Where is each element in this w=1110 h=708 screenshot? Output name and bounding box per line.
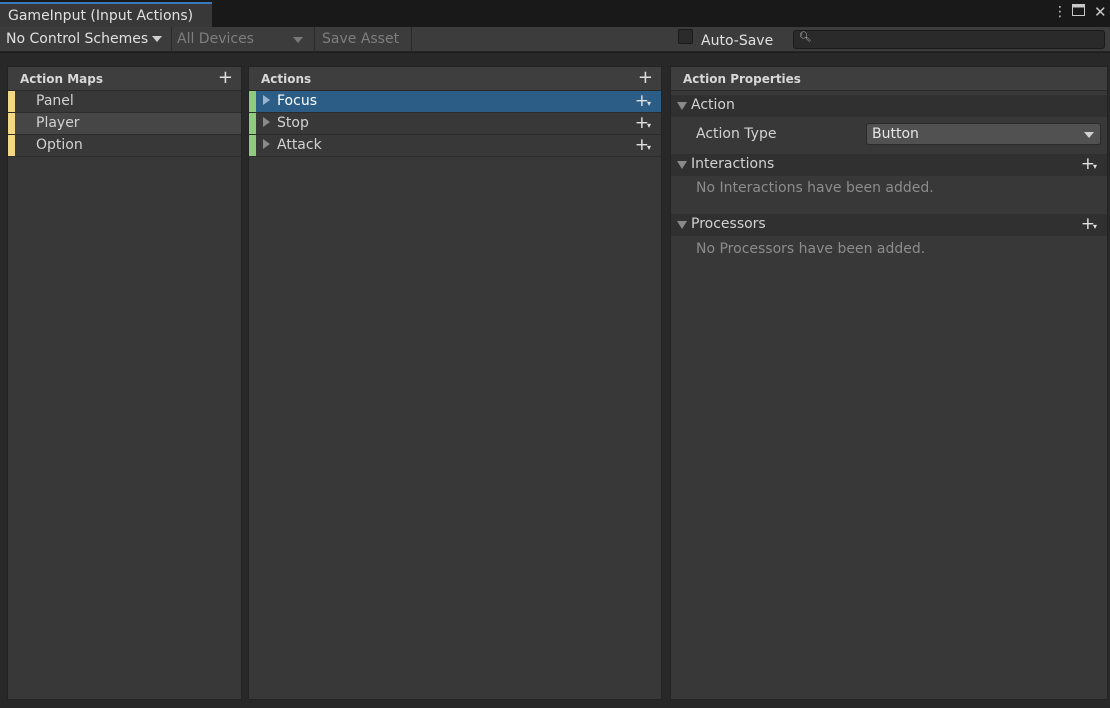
action-properties-title: Action Properties bbox=[683, 72, 801, 86]
collapse-arrow-icon[interactable] bbox=[677, 161, 687, 169]
action-item-stop[interactable]: Stop +▾ bbox=[249, 113, 661, 135]
chevron-down-icon bbox=[152, 36, 163, 42]
toolbar-divider bbox=[411, 27, 412, 52]
close-icon[interactable]: ✕ bbox=[1094, 3, 1107, 21]
interactions-empty-message: No Interactions have been added. bbox=[696, 180, 934, 196]
action-item-attack[interactable]: Attack +▾ bbox=[249, 135, 661, 157]
interactions-section-title: Interactions bbox=[691, 156, 775, 172]
search-input[interactable]: 🔍︎ bbox=[793, 30, 1105, 49]
chevron-down-icon bbox=[1084, 132, 1094, 138]
action-map-label: Player bbox=[36, 115, 80, 131]
action-map-item-panel[interactable]: Panel bbox=[8, 91, 241, 113]
processors-section-title: Processors bbox=[691, 216, 766, 232]
collapse-arrow-icon[interactable] bbox=[677, 102, 687, 110]
action-map-item-option[interactable]: Option bbox=[8, 135, 241, 157]
expand-arrow-icon[interactable] bbox=[263, 117, 270, 127]
add-binding-button[interactable]: +▾ bbox=[635, 135, 653, 155]
action-map-color-stripe bbox=[8, 91, 15, 112]
control-schemes-label: No Control Schemes bbox=[6, 31, 149, 47]
save-asset-button[interactable]: Save Asset bbox=[322, 27, 399, 52]
save-asset-label: Save Asset bbox=[322, 31, 400, 47]
processors-empty-message: No Processors have been added. bbox=[696, 241, 926, 257]
action-properties-panel: Action Properties Action Action Type But… bbox=[670, 66, 1108, 700]
maximize-icon[interactable] bbox=[1072, 4, 1085, 20]
add-interaction-button[interactable]: +▾ bbox=[1081, 154, 1099, 174]
interactions-section-header[interactable]: Interactions +▾ bbox=[671, 154, 1107, 176]
action-map-label: Option bbox=[36, 137, 83, 153]
actions-panel: Actions + Focus +▾ Stop +▾ Attack +▾ bbox=[248, 66, 662, 700]
action-maps-panel: Action Maps + Panel Player Option bbox=[7, 66, 242, 700]
collapse-arrow-icon[interactable] bbox=[677, 221, 687, 229]
window-tab-title: GameInput (Input Actions) bbox=[8, 8, 194, 24]
action-type-value: Button bbox=[872, 126, 919, 142]
actions-title: Actions bbox=[261, 72, 312, 86]
action-color-stripe bbox=[249, 91, 256, 112]
action-type-dropdown[interactable]: Button bbox=[866, 123, 1101, 145]
action-maps-header: Action Maps + bbox=[8, 67, 241, 91]
action-label: Stop bbox=[277, 115, 309, 131]
action-map-color-stripe bbox=[8, 135, 15, 156]
action-label: Focus bbox=[277, 93, 317, 109]
add-action-button[interactable]: + bbox=[638, 67, 653, 88]
toolbar-divider bbox=[171, 27, 172, 52]
action-color-stripe bbox=[249, 113, 256, 134]
action-color-stripe bbox=[249, 135, 256, 156]
action-label: Attack bbox=[277, 137, 322, 153]
chevron-down-icon bbox=[293, 37, 303, 43]
add-binding-button[interactable]: +▾ bbox=[635, 113, 653, 133]
action-type-label: Action Type bbox=[696, 126, 777, 142]
add-binding-button[interactable]: +▾ bbox=[635, 91, 653, 111]
toolbar-divider bbox=[314, 27, 315, 52]
action-item-focus[interactable]: Focus +▾ bbox=[249, 91, 661, 113]
action-map-label: Panel bbox=[36, 93, 74, 109]
action-map-color-stripe bbox=[8, 113, 15, 134]
devices-dropdown[interactable]: All Devices bbox=[177, 27, 309, 52]
window-tab[interactable]: GameInput (Input Actions) bbox=[0, 2, 212, 27]
toolbar: No Control Schemes All Devices Save Asse… bbox=[0, 27, 1110, 52]
control-schemes-dropdown[interactable]: No Control Schemes bbox=[6, 27, 163, 52]
window-tab-bar: GameInput (Input Actions) ⋮ ✕ bbox=[0, 0, 1110, 27]
expand-arrow-icon[interactable] bbox=[263, 139, 270, 149]
add-processor-button[interactable]: +▾ bbox=[1081, 214, 1099, 234]
action-properties-header: Action Properties bbox=[671, 67, 1107, 91]
add-action-map-button[interactable]: + bbox=[218, 67, 233, 88]
search-icon: 🔍︎ bbox=[799, 32, 812, 43]
auto-save-checkbox[interactable] bbox=[678, 29, 693, 44]
editor-main: Action Maps + Panel Player Option Action… bbox=[0, 53, 1110, 708]
action-map-item-player[interactable]: Player bbox=[8, 113, 241, 135]
expand-arrow-icon[interactable] bbox=[263, 95, 270, 105]
action-type-field: Action Type Button bbox=[671, 122, 1107, 152]
actions-header: Actions + bbox=[249, 67, 661, 91]
action-section-title: Action bbox=[691, 97, 735, 113]
action-section-header[interactable]: Action bbox=[671, 95, 1107, 117]
auto-save-label: Auto-Save bbox=[701, 33, 774, 49]
kebab-menu-icon[interactable]: ⋮ bbox=[1053, 4, 1067, 20]
devices-label: All Devices bbox=[177, 31, 254, 47]
action-maps-title: Action Maps bbox=[20, 72, 103, 86]
processors-section-header[interactable]: Processors +▾ bbox=[671, 214, 1107, 236]
